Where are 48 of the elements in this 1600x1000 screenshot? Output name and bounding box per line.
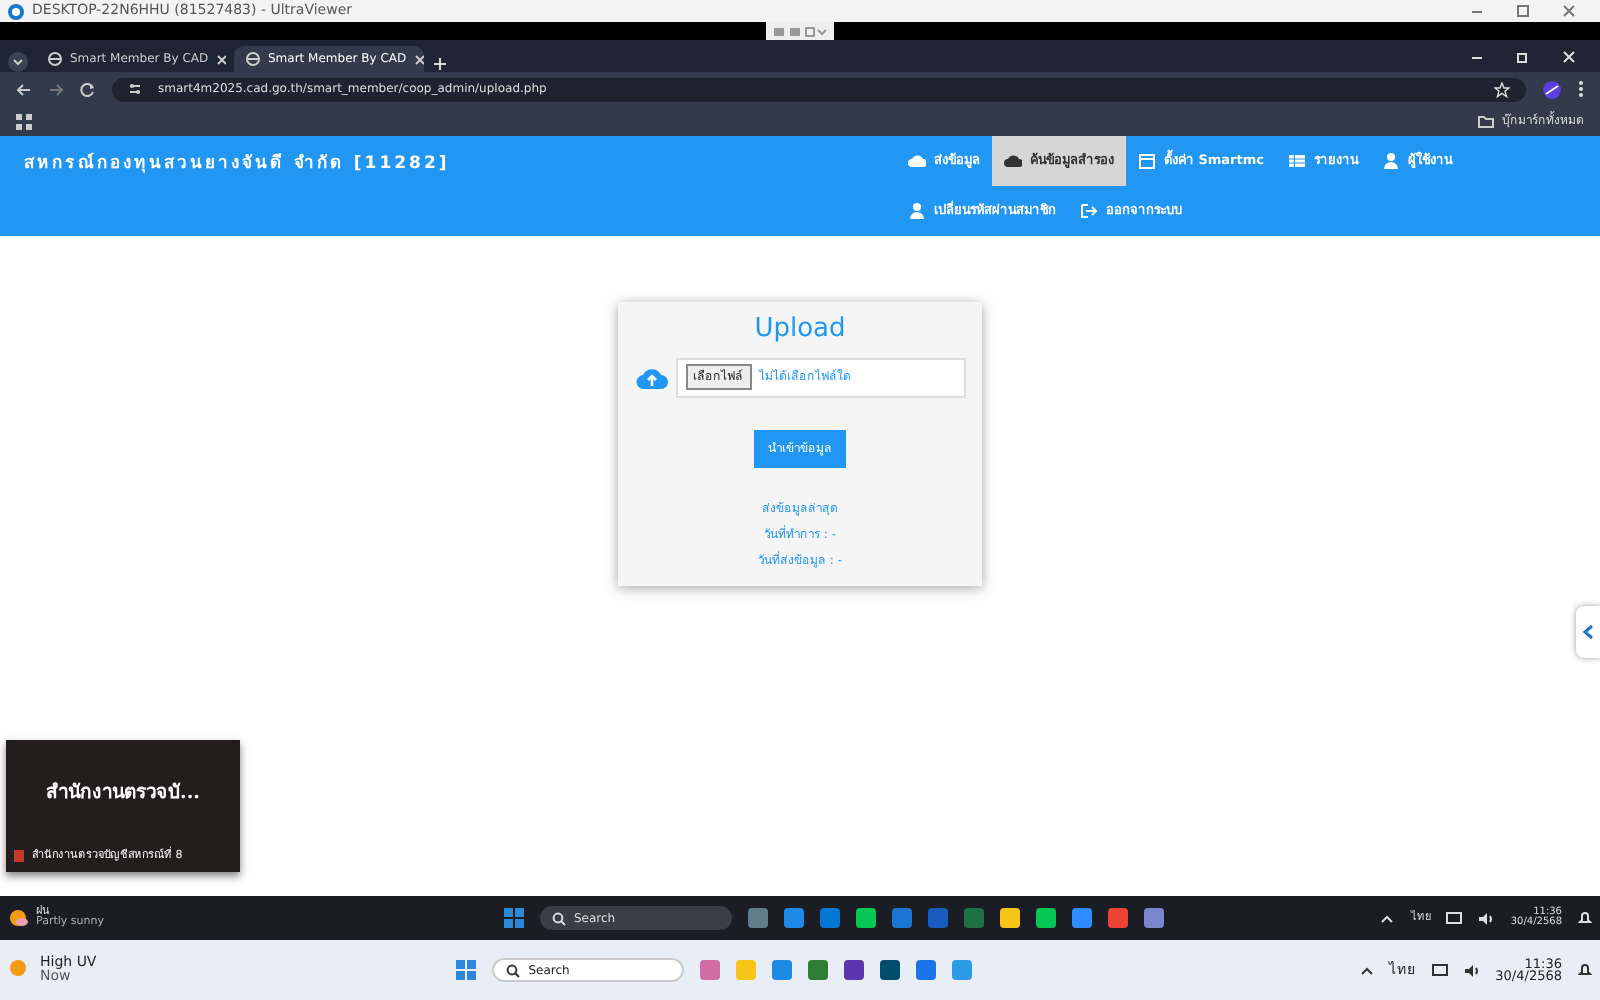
search-icon — [506, 963, 521, 977]
exit-icon — [1079, 202, 1098, 220]
brand-title: สหกรณ์กองทุนสวนยางจันดี จำกัด [11282] — [22, 150, 450, 178]
app-icon[interactable] — [1143, 908, 1164, 928]
grid-icon — [1288, 152, 1306, 170]
popup-heading: สำนักงานตรวจบั... — [46, 779, 200, 808]
notification-icon[interactable] — [1578, 962, 1592, 978]
chevron-up-icon[interactable] — [1359, 965, 1374, 975]
app-icon[interactable] — [999, 908, 1020, 928]
menu-icon[interactable] — [1578, 80, 1584, 98]
cloud-icon — [907, 152, 926, 170]
app-icon[interactable] — [880, 960, 901, 980]
calendar-icon — [1137, 152, 1156, 170]
apps-icon[interactable] — [16, 113, 32, 129]
volume-icon[interactable] — [1478, 911, 1495, 925]
extension-icon[interactable] — [1542, 79, 1562, 99]
chevron-left-icon[interactable] — [1582, 624, 1594, 640]
app-icon[interactable] — [855, 908, 876, 928]
user-icon — [1382, 152, 1400, 170]
reload-icon[interactable] — [80, 81, 96, 97]
close-tab-icon[interactable] — [216, 53, 226, 65]
tab-list-icon[interactable] — [8, 52, 28, 72]
start-icon[interactable] — [456, 960, 477, 980]
search-icon — [551, 911, 566, 925]
cloud-upload-icon — [635, 365, 667, 389]
app-icon[interactable] — [783, 908, 804, 928]
app-icon[interactable] — [1071, 908, 1092, 928]
restore-icon[interactable] — [1516, 49, 1530, 63]
maximize-icon[interactable] — [1516, 4, 1530, 18]
new-tab-icon[interactable] — [432, 56, 448, 72]
cloud-icon — [1003, 152, 1022, 170]
card-title: Upload — [754, 312, 846, 348]
forward-icon[interactable] — [48, 81, 64, 97]
network-icon[interactable] — [1431, 963, 1448, 977]
app-icon — [14, 849, 24, 862]
weather-icon[interactable] — [8, 908, 28, 928]
user-icon — [907, 202, 926, 220]
site-info-icon[interactable] — [128, 82, 142, 96]
app-icon[interactable] — [1107, 908, 1128, 928]
side-panel-tab[interactable] — [1576, 606, 1600, 658]
close-tab-icon[interactable] — [414, 53, 424, 65]
back-icon[interactable] — [16, 81, 32, 97]
star-icon[interactable] — [1494, 81, 1510, 97]
app-icon[interactable] — [844, 960, 865, 980]
folder-icon — [1478, 114, 1494, 128]
start-icon[interactable] — [503, 908, 524, 928]
app-icon[interactable] — [1035, 908, 1056, 928]
volume-icon[interactable] — [1463, 963, 1480, 977]
